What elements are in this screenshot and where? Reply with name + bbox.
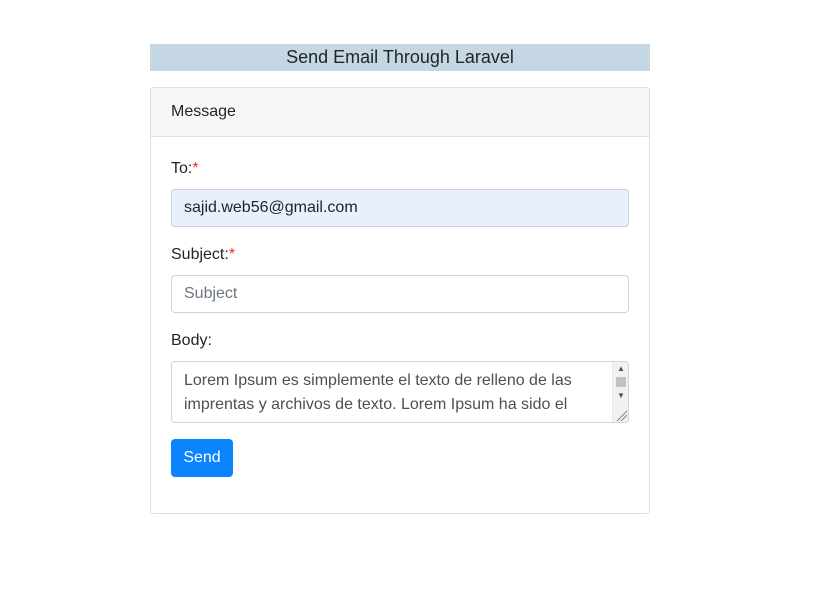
to-required-mark: * xyxy=(192,160,199,177)
to-email-input[interactable] xyxy=(171,189,629,227)
to-label: To:* xyxy=(171,160,199,178)
resize-grip-icon[interactable] xyxy=(615,409,627,421)
to-label-text: To: xyxy=(171,160,193,177)
message-card: Message To:* Subject:* Body: Lorem Ipsum… xyxy=(150,87,650,514)
send-button[interactable]: Send xyxy=(171,439,233,477)
body-textarea[interactable]: Lorem Ipsum es simplemente el texto de r… xyxy=(172,362,612,422)
subject-label: Subject:* xyxy=(171,246,235,264)
card-header: Message xyxy=(151,88,649,137)
page-title: Send Email Through Laravel xyxy=(150,44,650,71)
scroll-down-arrow-icon[interactable]: ▼ xyxy=(613,390,628,402)
subject-input[interactable] xyxy=(171,275,629,313)
scroll-thumb[interactable] xyxy=(616,377,626,387)
body-label-text: Body: xyxy=(171,332,212,349)
body-label: Body: xyxy=(171,332,212,350)
scroll-up-arrow-icon[interactable]: ▲ xyxy=(613,363,628,375)
subject-required-mark: * xyxy=(228,246,236,263)
subject-label-text: Subject: xyxy=(171,246,229,263)
body-textarea-frame: Lorem Ipsum es simplemente el texto de r… xyxy=(171,361,629,423)
